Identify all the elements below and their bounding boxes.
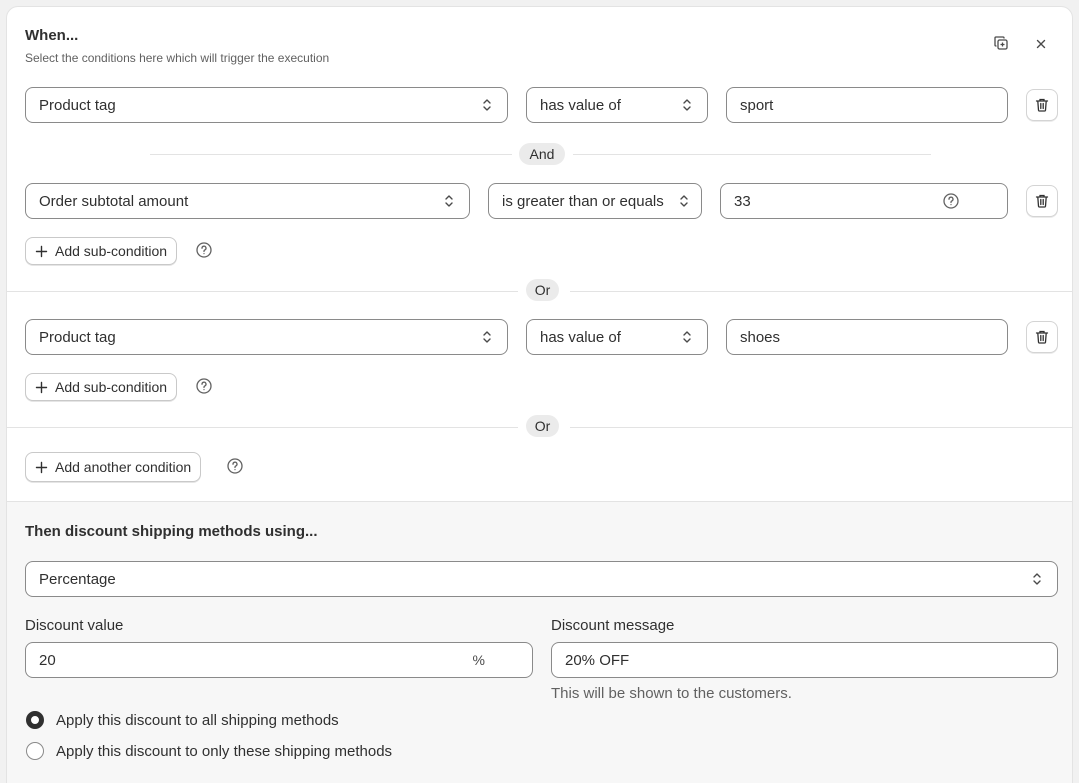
condition-2-field-value: Order subtotal amount xyxy=(39,192,189,210)
duplicate-button[interactable] xyxy=(987,29,1015,57)
condition-1-value-text: sport xyxy=(740,96,774,114)
or-pill-1: Or xyxy=(526,279,559,301)
condition-3-operator-select[interactable]: has value of xyxy=(526,319,708,355)
add-sub-condition-label: Add sub-condition xyxy=(55,243,168,259)
discount-message-label: Discount message xyxy=(551,617,675,634)
trash-icon xyxy=(1035,330,1049,344)
condition-3-field-select[interactable]: Product tag xyxy=(25,319,508,355)
discount-message-input[interactable]: 20% OFF xyxy=(551,642,1058,678)
question-circle-icon[interactable] xyxy=(942,192,960,210)
radio-all-label: Apply this discount to all shipping meth… xyxy=(56,711,339,729)
duplicate-icon xyxy=(994,36,1008,50)
chevron-up-down-icon xyxy=(480,97,494,113)
condition-2-operator-select[interactable]: is greater than or equals xyxy=(488,183,702,219)
plus-icon xyxy=(35,461,48,473)
condition-3-field-value: Product tag xyxy=(39,328,116,346)
discount-message-text: 20% OFF xyxy=(565,651,630,669)
condition-2-delete-button[interactable] xyxy=(1026,185,1058,217)
radio-some-indicator[interactable] xyxy=(26,742,44,760)
condition-2-field-select[interactable]: Order subtotal amount xyxy=(25,183,470,219)
and-divider-right xyxy=(573,154,931,155)
discount-value-text: 20 xyxy=(39,651,56,669)
radio-some-label: Apply this discount to only these shippi… xyxy=(56,742,393,760)
or-divider-2-right xyxy=(570,427,1072,428)
condition-1-delete-button[interactable] xyxy=(1026,89,1058,121)
radio-all-shipping-methods[interactable]: Apply this discount to all shipping meth… xyxy=(26,711,339,729)
question-circle-icon[interactable] xyxy=(195,241,213,259)
chevron-up-down-icon xyxy=(677,193,691,209)
discount-value-label: Discount value xyxy=(25,617,124,634)
or-divider-1-left xyxy=(7,291,518,292)
plus-icon xyxy=(35,381,48,393)
condition-1-operator-select[interactable]: has value of xyxy=(526,87,708,123)
discount-method-select[interactable]: Percentage xyxy=(25,561,1058,597)
or-divider-1-right xyxy=(570,291,1072,292)
discount-rule-card: When... Select the conditions here which… xyxy=(6,6,1073,783)
condition-2-operator-value: is greater than or equals xyxy=(502,192,664,210)
and-pill: And xyxy=(519,143,565,165)
card-subtitle: Select the conditions here which will tr… xyxy=(25,51,330,65)
or-pill-2: Or xyxy=(526,415,559,437)
discount-message-hint: This will be shown to the customers. xyxy=(551,685,792,702)
condition-3-value-input[interactable]: shoes xyxy=(726,319,1008,355)
condition-2-value-input[interactable]: 33 xyxy=(720,183,1008,219)
radio-some-shipping-methods[interactable]: Apply this discount to only these shippi… xyxy=(26,742,392,760)
condition-1-operator-value: has value of xyxy=(540,96,621,114)
and-divider-left xyxy=(150,154,512,155)
card-title: When... xyxy=(25,27,79,44)
add-sub-condition-button-1[interactable]: Add sub-condition xyxy=(25,237,178,265)
close-icon xyxy=(1036,39,1046,49)
chevron-up-down-icon xyxy=(1030,571,1044,587)
add-sub-condition-button-2[interactable]: Add sub-condition xyxy=(25,373,178,401)
condition-3-delete-button[interactable] xyxy=(1026,321,1058,353)
discount-method-value: Percentage xyxy=(39,570,116,588)
radio-all-indicator[interactable] xyxy=(26,711,44,729)
condition-1-value-input[interactable]: sport xyxy=(726,87,1008,123)
chevron-up-down-icon xyxy=(680,97,694,113)
condition-2-value-text: 33 xyxy=(734,192,751,210)
question-circle-icon[interactable] xyxy=(195,377,213,395)
add-another-condition-label: Add another condition xyxy=(55,459,192,475)
trash-icon xyxy=(1035,194,1049,208)
add-another-condition-button[interactable]: Add another condition xyxy=(25,452,202,482)
percent-suffix: % xyxy=(472,652,485,668)
chevron-up-down-icon xyxy=(680,329,694,345)
chevron-up-down-icon xyxy=(480,329,494,345)
condition-3-operator-value: has value of xyxy=(540,328,621,346)
question-circle-icon[interactable] xyxy=(226,457,244,475)
or-divider-2-left xyxy=(7,427,518,428)
chevron-up-down-icon xyxy=(442,193,456,209)
condition-3-value-text: shoes xyxy=(740,328,781,346)
then-section: Then discount shipping methods using... … xyxy=(7,501,1072,783)
plus-icon xyxy=(35,245,48,257)
close-button[interactable] xyxy=(1027,30,1055,58)
trash-icon xyxy=(1035,98,1049,112)
condition-1-field-select[interactable]: Product tag xyxy=(25,87,508,123)
condition-1-field-value: Product tag xyxy=(39,96,116,114)
add-sub-condition-label: Add sub-condition xyxy=(55,379,168,395)
discount-value-input[interactable]: 20 % xyxy=(25,642,533,678)
then-section-title: Then discount shipping methods using... xyxy=(25,523,318,540)
